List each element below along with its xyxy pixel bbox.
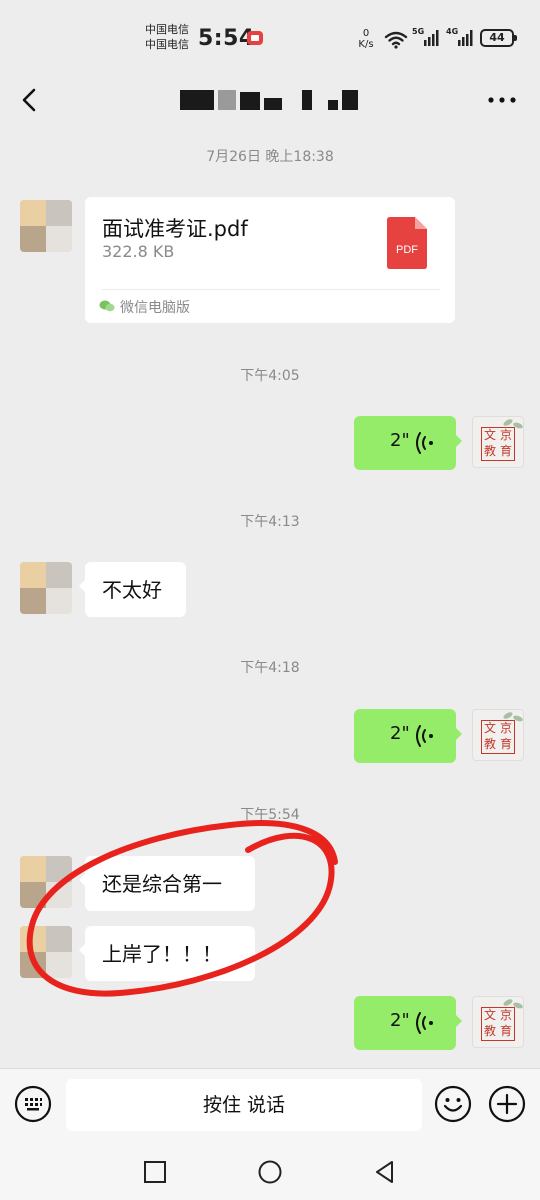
my-avatar[interactable]: 文 京 教 育: [472, 416, 524, 468]
timestamp: 下午4:05: [240, 368, 300, 384]
redaction-block: [180, 90, 214, 110]
keyboard-icon[interactable]: [14, 1085, 52, 1123]
redaction-block: [328, 100, 338, 110]
contact-avatar[interactable]: [20, 562, 72, 614]
seal-char: 教: [483, 1024, 496, 1038]
seal-char: 文: [483, 428, 496, 442]
plus-circle-icon[interactable]: [488, 1085, 526, 1123]
text-message-bubble[interactable]: 还是综合第一: [79, 856, 255, 911]
contact-avatar[interactable]: [20, 200, 72, 252]
message-text: 不太好: [102, 578, 162, 602]
pdf-file-icon: PDF: [387, 217, 427, 269]
timestamp: 下午5:54: [240, 807, 300, 823]
timestamp: 7月26日 晚上18:38: [206, 149, 334, 165]
seal-char: 京: [499, 721, 512, 735]
contact-avatar[interactable]: [20, 926, 72, 978]
contact-avatar[interactable]: [20, 856, 72, 908]
signal-4g-label: 4G: [446, 27, 459, 36]
chat-header: [0, 70, 540, 130]
screen-record-icon: [247, 31, 263, 45]
network-speed: 0 K/s: [355, 28, 377, 50]
file-message[interactable]: 面试准考证.pdf 322.8 KB PDF 微信电脑版: [85, 197, 455, 323]
redaction-block: [218, 90, 236, 110]
status-bar: 中国电信 中国电信 5:54 0 K/s 5G 4G 44: [0, 0, 540, 80]
seal-logo: 文 京 教 育: [481, 1007, 515, 1041]
carrier-label-2: 中国电信: [145, 38, 189, 51]
system-navigation-bar: [0, 1143, 540, 1200]
voice-wave-icon: [416, 432, 433, 454]
leaf-decoration: [502, 710, 514, 721]
voice-duration: 2": [390, 723, 410, 744]
seal-char: 育: [499, 444, 512, 458]
seal-char: 教: [483, 737, 496, 751]
divider: [102, 289, 440, 290]
message-text: 上岸了！！！: [102, 942, 222, 966]
ellipsis-icon[interactable]: [486, 96, 518, 104]
redaction-block: [302, 90, 312, 110]
redaction-block: [264, 98, 282, 110]
seal-char: 文: [483, 721, 496, 735]
text-message-bubble[interactable]: 上岸了！！！: [79, 926, 255, 981]
redaction-block: [240, 92, 260, 110]
hold-to-talk-button[interactable]: 按住 说话: [66, 1079, 422, 1131]
network-speed-value: 0: [362, 28, 370, 39]
my-avatar[interactable]: 文 京 教 育: [472, 709, 524, 761]
chat-input-bar: 按住 说话: [0, 1068, 540, 1144]
carrier-labels: 中国电信 中国电信: [145, 22, 189, 52]
carrier-label-1: 中国电信: [145, 23, 189, 36]
seal-logo: 文 京 教 育: [481, 720, 515, 754]
seal-char: 教: [483, 444, 496, 458]
battery-indicator: 44: [480, 29, 517, 47]
voice-message-bubble[interactable]: 2": [354, 416, 462, 470]
recent-apps-icon[interactable]: [142, 1159, 168, 1185]
my-avatar[interactable]: 文 京 教 育: [472, 996, 524, 1048]
wifi-icon: [384, 31, 408, 49]
seal-logo: 文 京 教 育: [481, 427, 515, 461]
seal-char: 京: [499, 1008, 512, 1022]
smiley-icon[interactable]: [434, 1085, 472, 1123]
file-size: 322.8 KB: [102, 242, 175, 261]
home-icon[interactable]: [257, 1159, 283, 1185]
signal-5g-icon: 5G: [412, 27, 440, 51]
chat-title-redacted: [180, 90, 360, 110]
voice-message-bubble[interactable]: 2": [354, 709, 462, 763]
voice-duration: 2": [390, 430, 410, 451]
back-triangle-icon[interactable]: [372, 1159, 398, 1185]
signal-4g-icon: 4G: [446, 27, 474, 51]
message-text: 还是综合第一: [102, 872, 222, 896]
voice-wave-icon: [416, 725, 433, 747]
text-message-bubble[interactable]: 不太好: [79, 562, 186, 617]
chevron-left-icon[interactable]: [14, 84, 46, 116]
voice-wave-icon: [416, 1012, 433, 1034]
leaf-decoration: [502, 997, 514, 1008]
voice-duration: 2": [390, 1010, 410, 1031]
seal-char: 京: [499, 428, 512, 442]
file-name: 面试准考证.pdf: [102, 217, 248, 241]
signal-5g-label: 5G: [412, 27, 425, 36]
seal-char: 文: [483, 1008, 496, 1022]
timestamp: 下午4:13: [240, 514, 300, 530]
wechat-logo-icon: [99, 300, 115, 312]
timestamp: 下午4:18: [240, 660, 300, 676]
seal-char: 育: [499, 1024, 512, 1038]
file-source: 微信电脑版: [120, 300, 190, 316]
network-speed-unit: K/s: [358, 39, 374, 50]
voice-message-bubble[interactable]: 2": [354, 996, 462, 1050]
leaf-decoration: [502, 417, 514, 428]
seal-char: 育: [499, 737, 512, 751]
pdf-icon-label: PDF: [396, 244, 418, 256]
redaction-block: [342, 90, 358, 110]
